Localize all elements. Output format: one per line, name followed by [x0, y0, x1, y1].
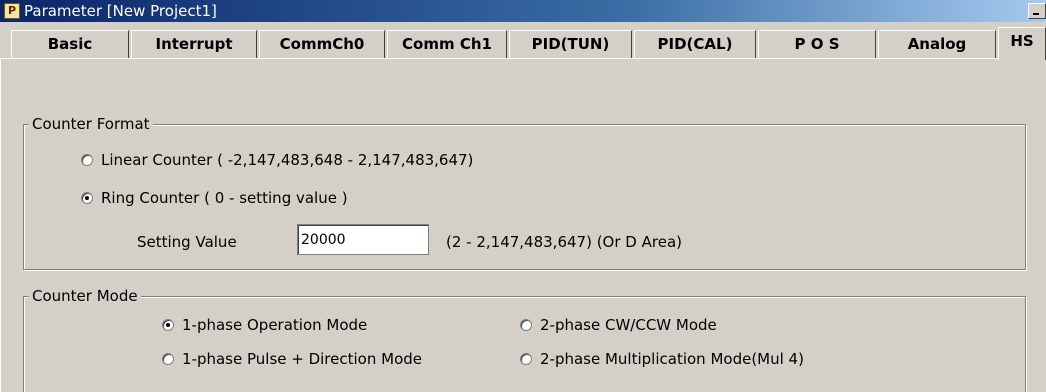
tab-commch1[interactable]: Comm Ch1: [387, 30, 507, 58]
linear-counter-radio[interactable]: [81, 154, 93, 166]
counter-mode-title: Counter Mode: [29, 287, 141, 305]
radio-2phase-cwccw[interactable]: [520, 319, 532, 331]
label-2phase-multiplication: 2-phase Multiplication Mode(Mul 4): [540, 350, 804, 368]
radio-2phase-multiplication[interactable]: [520, 353, 532, 365]
linear-counter-label: Linear Counter ( -2,147,483,648 - 2,147,…: [101, 151, 474, 169]
tab-pos[interactable]: P O S: [758, 30, 876, 58]
tab-pid-tun[interactable]: PID(TUN): [509, 30, 632, 58]
app-icon: P: [4, 3, 20, 19]
setting-value-input[interactable]: [297, 224, 429, 255]
counter-mode-option-2phase-multiplication[interactable]: 2-phase Multiplication Mode(Mul 4): [520, 350, 804, 368]
tab-interrupt[interactable]: Interrupt: [131, 30, 257, 58]
radio-1phase-operation[interactable]: [162, 319, 174, 331]
linear-counter-option[interactable]: Linear Counter ( -2,147,483,648 - 2,147,…: [81, 151, 473, 169]
counter-mode-group: Counter Mode: [23, 287, 1026, 392]
ring-counter-option[interactable]: Ring Counter ( 0 - setting value ): [81, 189, 348, 207]
ring-counter-radio[interactable]: [81, 192, 93, 204]
ring-counter-label: Ring Counter ( 0 - setting value ): [101, 189, 348, 207]
minimize-button[interactable]: [1028, 3, 1046, 19]
tab-hs[interactable]: HS: [998, 27, 1046, 60]
label-1phase-pulse-direction: 1-phase Pulse + Direction Mode: [182, 350, 422, 368]
tab-basic[interactable]: Basic: [11, 30, 129, 58]
counter-format-title: Counter Format: [29, 115, 153, 133]
title-bar: P Parameter [New Project1]: [0, 0, 1046, 22]
window-title: Parameter [New Project1]: [24, 2, 217, 20]
label-1phase-operation: 1-phase Operation Mode: [182, 316, 368, 334]
setting-value-range: (2 - 2,147,483,647) (Or D Area): [446, 233, 682, 251]
counter-mode-option-1phase-operation[interactable]: 1-phase Operation Mode: [162, 316, 367, 334]
counter-mode-option-2phase-cwccw[interactable]: 2-phase CW/CCW Mode: [520, 316, 717, 334]
tab-analog[interactable]: Analog: [878, 30, 996, 58]
label-2phase-cwccw: 2-phase CW/CCW Mode: [540, 316, 717, 334]
radio-1phase-pulse-direction[interactable]: [162, 353, 174, 365]
counter-mode-option-1phase-pulse-direction[interactable]: 1-phase Pulse + Direction Mode: [162, 350, 422, 368]
tab-pid-cal[interactable]: PID(CAL): [634, 30, 756, 58]
setting-value-label: Setting Value: [137, 233, 237, 251]
tab-commch0[interactable]: CommCh0: [259, 30, 385, 58]
